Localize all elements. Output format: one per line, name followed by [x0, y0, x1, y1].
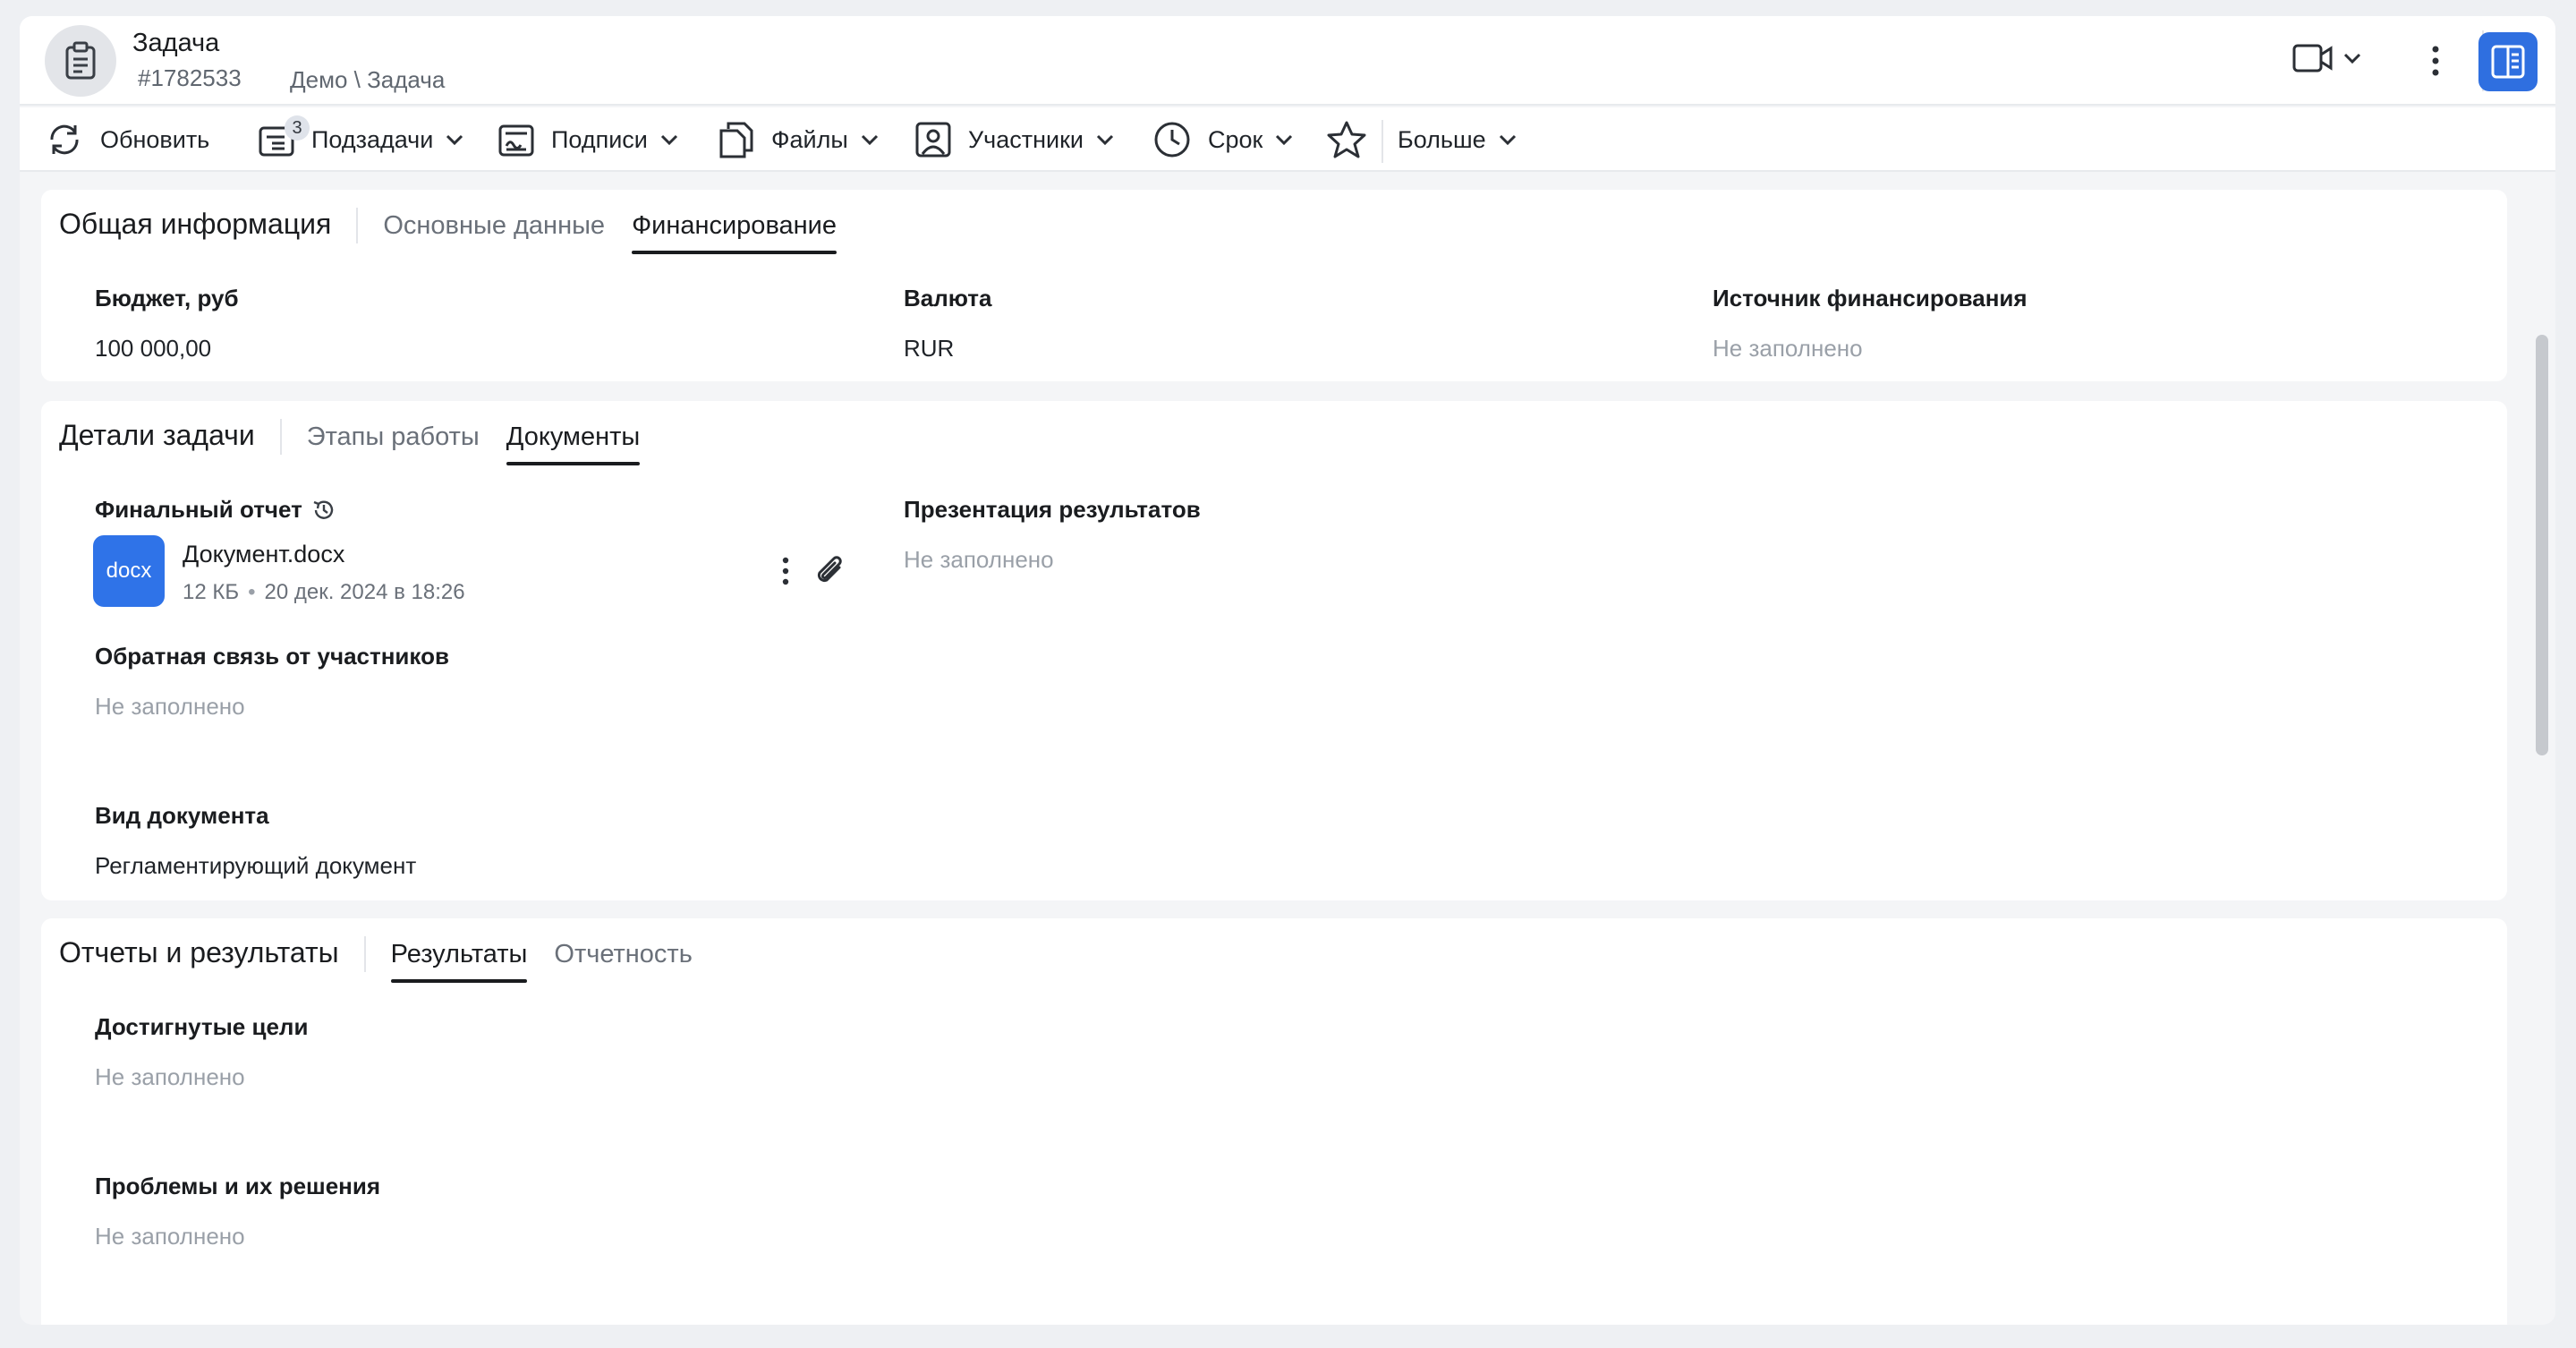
file-name[interactable]: Документ.docx [183, 541, 344, 568]
star-icon [1327, 121, 1366, 158]
reports-results-header: Отчеты и результаты Результаты Отчетност… [59, 934, 719, 985]
reports-results-card: Отчеты и результаты Результаты Отчетност… [41, 918, 2507, 1325]
meta-separator-dot: • [248, 580, 256, 604]
presentation-value: Не заполнено [904, 546, 1054, 573]
file-actions-button[interactable] [775, 553, 796, 589]
files-button[interactable]: Файлы [718, 115, 879, 165]
video-camera-icon [2292, 44, 2333, 73]
refresh-icon [50, 124, 79, 155]
header-divider [363, 936, 366, 972]
vertical-scrollbar[interactable] [2536, 335, 2548, 755]
tab-work-stages[interactable]: Этапы работы [307, 417, 480, 465]
header-divider [356, 208, 359, 243]
signatures-label: Подписи [551, 125, 648, 153]
chevron-down-icon [446, 134, 463, 145]
header-divider [279, 419, 282, 455]
budget-value: 100 000,00 [95, 335, 212, 362]
task-toolbar: Обновить 3 Подзадачи Подписи Файлы Участ… [20, 107, 2555, 172]
tab-financing[interactable]: Финансирование [632, 206, 837, 254]
task-id: #1782533 [138, 64, 242, 91]
presentation-label: Презентация результатов [904, 496, 1201, 523]
currency-value: RUR [904, 335, 955, 362]
goals-value: Не заполнено [95, 1063, 245, 1090]
feedback-value: Не заполнено [95, 693, 245, 720]
chevron-down-icon [1096, 134, 1114, 145]
general-info-title: Общая информация [59, 208, 332, 240]
signatures-button[interactable]: Подписи [497, 115, 678, 165]
page-title: Задача [132, 29, 220, 57]
document-kind-label: Вид документа [95, 802, 269, 829]
files-label: Файлы [771, 125, 848, 153]
general-info-header: Общая информация Основные данные Финанси… [59, 206, 863, 256]
final-report-label: Финальный отчет [95, 496, 302, 523]
history-icon[interactable] [311, 498, 336, 523]
task-details-title: Детали задачи [59, 419, 255, 451]
file-size: 12 КБ [183, 580, 240, 604]
reports-results-title: Отчеты и результаты [59, 936, 339, 968]
feedback-label: Обратная связь от участников [95, 643, 449, 670]
more-label: Больше [1398, 125, 1486, 153]
vertical-dots-icon [2432, 46, 2439, 76]
participants-label: Участники [968, 125, 1084, 153]
funding-source-label: Источник финансирования [1713, 285, 2028, 311]
video-call-button[interactable] [2292, 43, 2362, 73]
funding-source-value: Не заполнено [1713, 335, 1863, 362]
chevron-down-icon [861, 134, 878, 145]
panel-layout-icon [2491, 45, 2525, 79]
file-meta: 12 КБ • 20 дек. 2024 в 18:26 [183, 580, 465, 605]
more-options-button[interactable] [2418, 39, 2453, 82]
general-info-card: Общая информация Основные данные Финанси… [41, 190, 2507, 381]
participants-button[interactable]: Участники [914, 115, 1114, 165]
final-report-field: Финальный отчет [95, 496, 336, 524]
subtasks-button[interactable]: 3 Подзадачи [258, 115, 463, 165]
tab-results[interactable]: Результаты [390, 934, 527, 983]
budget-label: Бюджет, руб [95, 285, 239, 311]
task-details-card: Детали задачи Этапы работы Документы Фин… [41, 401, 2507, 900]
vertical-dots-icon [782, 557, 789, 585]
refresh-button[interactable]: Обновить [45, 115, 209, 165]
breadcrumb[interactable]: Демо \ Задача [290, 66, 445, 94]
chevron-down-icon [2343, 53, 2361, 64]
tab-reporting[interactable]: Отчетность [554, 934, 692, 983]
subtasks-count-badge: 3 [285, 115, 310, 141]
task-avatar [45, 25, 116, 97]
goals-label: Достигнутые цели [95, 1013, 309, 1040]
deadline-label: Срок [1208, 125, 1263, 153]
problems-value: Не заполнено [95, 1223, 245, 1250]
refresh-label: Обновить [100, 125, 210, 153]
problems-label: Проблемы и их решения [95, 1173, 381, 1199]
attach-file-button[interactable] [809, 550, 852, 593]
chevron-down-icon [1499, 134, 1516, 145]
clock-icon [1154, 122, 1190, 158]
currency-label: Валюта [904, 285, 992, 311]
deadline-button[interactable]: Срок [1152, 115, 1293, 165]
participants-icon [915, 122, 951, 158]
document-kind-value: Регламентирующий документ [95, 852, 417, 879]
files-icon [719, 122, 753, 158]
signature-icon [498, 124, 534, 157]
file-date: 20 дек. 2024 в 18:26 [264, 580, 465, 604]
task-header: Задача #1782533 Демо \ Задача [20, 16, 2555, 106]
task-window: Задача #1782533 Демо \ Задача Обновить 3… [20, 16, 2555, 1325]
more-button[interactable]: Больше [1382, 115, 1517, 165]
subtasks-label: Подзадачи [311, 125, 434, 153]
chevron-down-icon [660, 134, 677, 145]
tab-documents[interactable]: Документы [506, 417, 640, 465]
tab-main-data[interactable]: Основные данные [383, 206, 605, 254]
docx-file-icon[interactable]: docx [93, 535, 165, 607]
favorite-button[interactable] [1326, 115, 1367, 165]
paperclip-icon [817, 556, 842, 583]
subtasks-icon-wrap: 3 [258, 115, 310, 158]
chevron-down-icon [1276, 134, 1293, 145]
clipboard-icon [65, 41, 96, 80]
side-panel-toggle[interactable] [2478, 32, 2538, 91]
task-details-header: Детали задачи Этапы работы Документы [59, 417, 667, 467]
